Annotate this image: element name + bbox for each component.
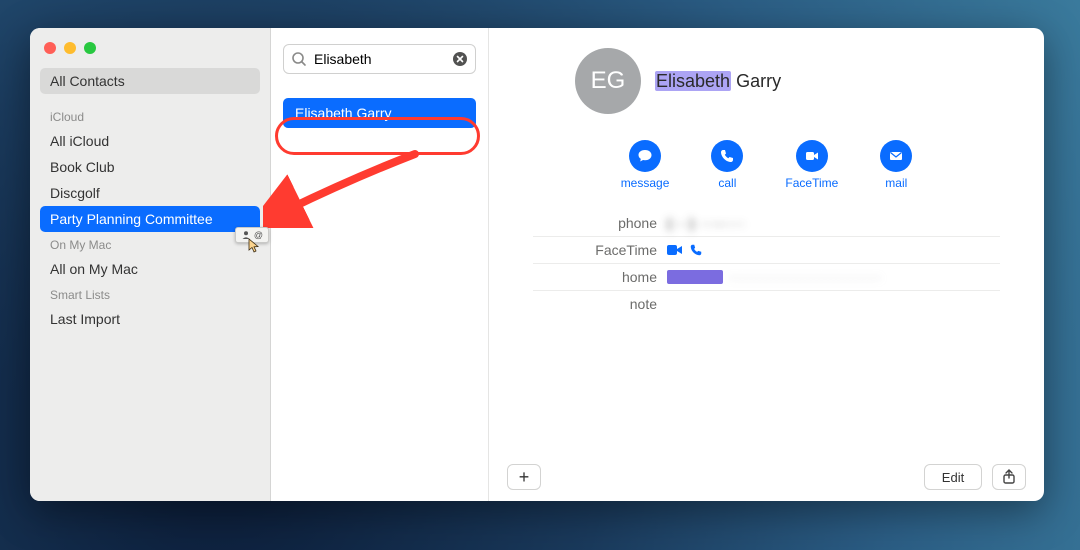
sidebar-section-header: Smart Lists xyxy=(50,288,260,302)
search-result-item[interactable]: Elisabeth Garry xyxy=(283,98,476,128)
contact-name[interactable]: Elisabeth Garry xyxy=(655,71,781,92)
facetime-label: FaceTime xyxy=(785,176,838,190)
message-action[interactable]: message xyxy=(621,140,670,190)
clear-search-button[interactable] xyxy=(452,51,468,67)
home-row[interactable]: home ··························· xyxy=(533,264,1000,291)
add-field-button[interactable]: + xyxy=(507,464,541,490)
mail-label: mail xyxy=(885,176,907,190)
search-icon xyxy=(291,51,307,67)
sidebar-group-item[interactable]: Party Planning Committee xyxy=(40,206,260,232)
share-icon xyxy=(1002,469,1016,485)
facetime-action[interactable]: FaceTime xyxy=(785,140,838,190)
sidebar: All Contacts iCloud All iCloudBook ClubDi… xyxy=(30,28,271,501)
note-label: note xyxy=(533,296,667,312)
sidebar-group-item[interactable]: All on My Mac xyxy=(40,256,260,282)
phone-icon xyxy=(711,140,743,172)
contact-list-pane: Elisabeth Garry xyxy=(271,28,489,501)
phone-value: (···) ···-···· xyxy=(667,215,1000,231)
action-row: message call FaceTime mail xyxy=(519,140,1014,190)
home-label: home xyxy=(533,269,667,285)
close-window-button[interactable] xyxy=(44,42,56,54)
video-icon xyxy=(796,140,828,172)
sidebar-group-item[interactable]: All iCloud xyxy=(40,128,260,154)
message-label: message xyxy=(621,176,670,190)
call-label: call xyxy=(718,176,736,190)
zoom-window-button[interactable] xyxy=(84,42,96,54)
sidebar-section-header: iCloud xyxy=(50,110,260,124)
first-name-highlight: Elisabeth xyxy=(655,71,731,91)
home-value: ··························· xyxy=(667,269,1000,285)
home-blurred-text: ··························· xyxy=(729,269,882,285)
facetime-phone-icon xyxy=(689,243,703,257)
call-action[interactable]: call xyxy=(711,140,743,190)
sidebar-section-header: On My Mac xyxy=(50,238,260,252)
edit-button[interactable]: Edit xyxy=(924,464,982,490)
contact-detail-pane: EG Elisabeth Garry message call xyxy=(489,28,1044,501)
facetime-video-icon xyxy=(667,244,683,256)
detail-toolbar: + Edit xyxy=(489,453,1044,501)
search-input[interactable] xyxy=(283,44,476,74)
contacts-window: All Contacts iCloud All iCloudBook ClubDi… xyxy=(30,28,1044,501)
facetime-row[interactable]: FaceTime xyxy=(533,237,1000,264)
contact-header: EG Elisabeth Garry xyxy=(575,48,1014,114)
facetime-field-label: FaceTime xyxy=(533,242,667,258)
last-name: Garry xyxy=(736,71,781,91)
mail-action[interactable]: mail xyxy=(880,140,912,190)
window-controls xyxy=(44,42,260,54)
all-contacts-item[interactable]: All Contacts xyxy=(40,68,260,94)
share-button[interactable] xyxy=(992,464,1026,490)
sidebar-group-item[interactable]: Book Club xyxy=(40,154,260,180)
minimize-window-button[interactable] xyxy=(64,42,76,54)
sidebar-group-item[interactable]: Last Import xyxy=(40,306,260,332)
note-row[interactable]: note xyxy=(533,291,1000,317)
search-field-wrapper xyxy=(283,44,476,74)
contact-fields: phone (···) ···-···· FaceTime home ·····… xyxy=(533,210,1000,317)
avatar[interactable]: EG xyxy=(575,48,641,114)
facetime-value xyxy=(667,243,1000,257)
mail-icon xyxy=(880,140,912,172)
message-icon xyxy=(629,140,661,172)
phone-label: phone xyxy=(533,215,667,231)
cursor-pointer-icon xyxy=(248,238,260,254)
phone-row[interactable]: phone (···) ···-···· xyxy=(533,210,1000,237)
sidebar-group-item[interactable]: Discgolf xyxy=(40,180,260,206)
